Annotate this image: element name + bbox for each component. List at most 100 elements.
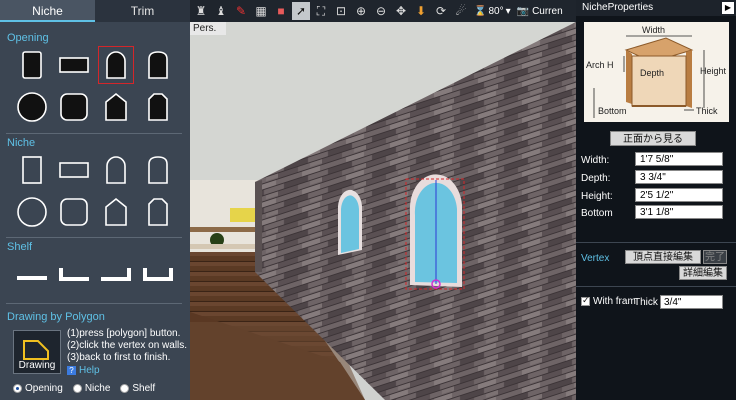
zoom-window-icon[interactable]: ⊡ (332, 2, 350, 20)
polygon-button-label: Drawing (18, 360, 56, 371)
niche-rect-wide-button[interactable] (58, 153, 90, 187)
depth-field[interactable]: 3 3/4" (635, 170, 723, 184)
move-down-icon[interactable]: ⬇ (412, 2, 430, 20)
help-icon: ? (67, 366, 76, 375)
current-camera-label: Curren (532, 5, 563, 17)
diagram-width-label: Width (642, 25, 665, 35)
help-label: Help (79, 365, 100, 376)
rect-tall-icon (22, 156, 42, 184)
opening-round-top-button[interactable] (142, 48, 174, 82)
radio-niche-label: Niche (84, 383, 111, 394)
fit-all-icon[interactable]: ⛶ (312, 2, 330, 20)
camera-icon: 📷 (516, 5, 530, 17)
shelf-flat-button[interactable] (16, 257, 48, 291)
shelf-l-left-icon (59, 268, 89, 281)
niche-rect-tall-button[interactable] (16, 153, 48, 187)
radio-dot-checked (13, 384, 22, 393)
opening-rect-tall-button[interactable] (16, 48, 48, 82)
radio-niche[interactable]: Niche (72, 383, 111, 394)
arch-icon (106, 156, 126, 184)
radio-opening-label: Opening (25, 383, 63, 394)
panel-tabs: Niche Trim (0, 0, 190, 22)
cut-corner-icon (148, 93, 168, 121)
opening-rect-wide-button[interactable] (58, 48, 90, 82)
niche-dimension-diagram: Width Arch H Depth Height Bottom Thick (584, 22, 729, 122)
tab-trim[interactable]: Trim (95, 0, 190, 22)
width-field[interactable]: 1'7 5/8" (635, 152, 723, 166)
orbit-icon[interactable]: ⟳ (432, 2, 450, 20)
polygon-instructions: (1)press [polygon] button. (2)click the … (67, 328, 187, 364)
diagram-bottom-label: Bottom (598, 106, 627, 116)
thick-label: Thick (634, 297, 658, 308)
pentagon-icon (105, 92, 127, 121)
niche-diagram-illustration: Width Arch H Depth Height Bottom Thick (586, 25, 727, 118)
radio-shelf-label: Shelf (132, 383, 156, 394)
view-mode-label[interactable]: Pers. (190, 22, 227, 35)
tab-niche[interactable]: Niche (0, 0, 95, 22)
pan-icon[interactable]: ✥ (392, 2, 410, 20)
polygon-drawing-button[interactable]: Drawing (13, 330, 61, 374)
niche-circle-button[interactable] (16, 195, 48, 229)
with-frame-label: With fram (593, 296, 636, 307)
3d-scene (190, 22, 576, 400)
opening-rounded-square-button[interactable] (58, 90, 90, 124)
rect-wide-icon (59, 162, 89, 178)
collapse-arrow-icon[interactable]: ▶ (722, 2, 734, 14)
pick-object-icon[interactable]: ✎ (232, 2, 250, 20)
walkthrough-person-icon[interactable]: ♜ (192, 2, 210, 20)
current-camera-button[interactable]: 📷 Curren (517, 6, 563, 17)
angle-icon: ⌛ (474, 5, 487, 17)
opening-circle-button[interactable] (16, 90, 48, 124)
camera-tilt-icon[interactable]: ☄ (452, 2, 470, 20)
front-view-button[interactable]: 正面から見る (610, 131, 696, 146)
paint-material-icon[interactable]: ▦ (252, 2, 270, 20)
view-angle-value: 80° (488, 5, 504, 17)
help-link[interactable]: ? Help (67, 365, 100, 376)
height-field[interactable]: 2'5 1/2" (635, 188, 723, 202)
zoom-in-icon[interactable]: ⊕ (352, 2, 370, 20)
height-label: Height: (581, 191, 613, 202)
vertex-section-label: Vertex (581, 253, 610, 264)
detail-edit-button[interactable]: 詳細編集 (679, 266, 727, 280)
with-frame-checkbox[interactable]: With fram (581, 295, 636, 307)
view-angle-dropdown[interactable]: ⌛ 80° ▾ (474, 6, 511, 17)
pentagon-icon (105, 197, 127, 226)
3d-viewport[interactable]: Pers. (190, 22, 576, 400)
niche-cut-corner-button[interactable] (142, 195, 174, 229)
bottom-field[interactable]: 3'1 1/8" (635, 205, 723, 219)
bottom-label: Bottom (581, 208, 613, 219)
zoom-out-icon[interactable]: ⊖ (372, 2, 390, 20)
niche-round-top-button[interactable] (142, 153, 174, 187)
radio-shelf[interactable]: Shelf (120, 383, 155, 394)
vertex-done-button[interactable]: 完了 (703, 250, 727, 264)
diagram-thick-label: Thick (696, 106, 718, 116)
shelf-l-right-button[interactable] (100, 257, 132, 291)
render-icon[interactable]: ■ (272, 2, 290, 20)
vertex-direct-edit-button[interactable]: 頂点直接編集 (625, 250, 701, 264)
niche-properties-panel: NicheProperties ▶ Width Arch H Depth Hei… (576, 0, 736, 400)
checkbox-checked-icon (581, 295, 590, 306)
select-cursor-icon[interactable]: ➚ (292, 2, 310, 20)
shelf-u-button[interactable] (142, 257, 174, 291)
view-toolbar: ♜ ♝ ✎ ▦ ■ ➚ ⛶ ⊡ ⊕ ⊖ ✥ ⬇ ⟳ ☄ ⌛ 80° ▾ 📷 Cu… (190, 0, 576, 22)
radio-dot (120, 384, 130, 393)
rect-tall-icon (22, 51, 42, 79)
polygon-step-3: (3)back to first to finish. (67, 352, 171, 363)
shelf-l-left-button[interactable] (58, 257, 90, 291)
radio-opening[interactable]: Opening (13, 383, 63, 394)
width-label: Width: (581, 155, 610, 166)
opening-cut-corner-button[interactable] (142, 90, 174, 124)
chevron-down-icon: ▾ (505, 5, 511, 17)
walk-mode-icon[interactable]: ♝ (212, 2, 230, 20)
niche-rounded-square-button[interactable] (58, 195, 90, 229)
arch-icon (106, 51, 126, 79)
shelf-l-right-icon (101, 268, 131, 281)
niche-pentagon-button[interactable] (100, 195, 132, 229)
niche-arch-button[interactable] (100, 153, 132, 187)
section-title-opening: Opening (7, 32, 49, 44)
divider (6, 237, 182, 238)
opening-pentagon-button[interactable] (100, 90, 132, 124)
polygon-step-1: (1)press [polygon] button. (67, 328, 181, 339)
opening-arch-button[interactable] (98, 46, 134, 84)
thick-field[interactable]: 3/4" (660, 295, 723, 309)
